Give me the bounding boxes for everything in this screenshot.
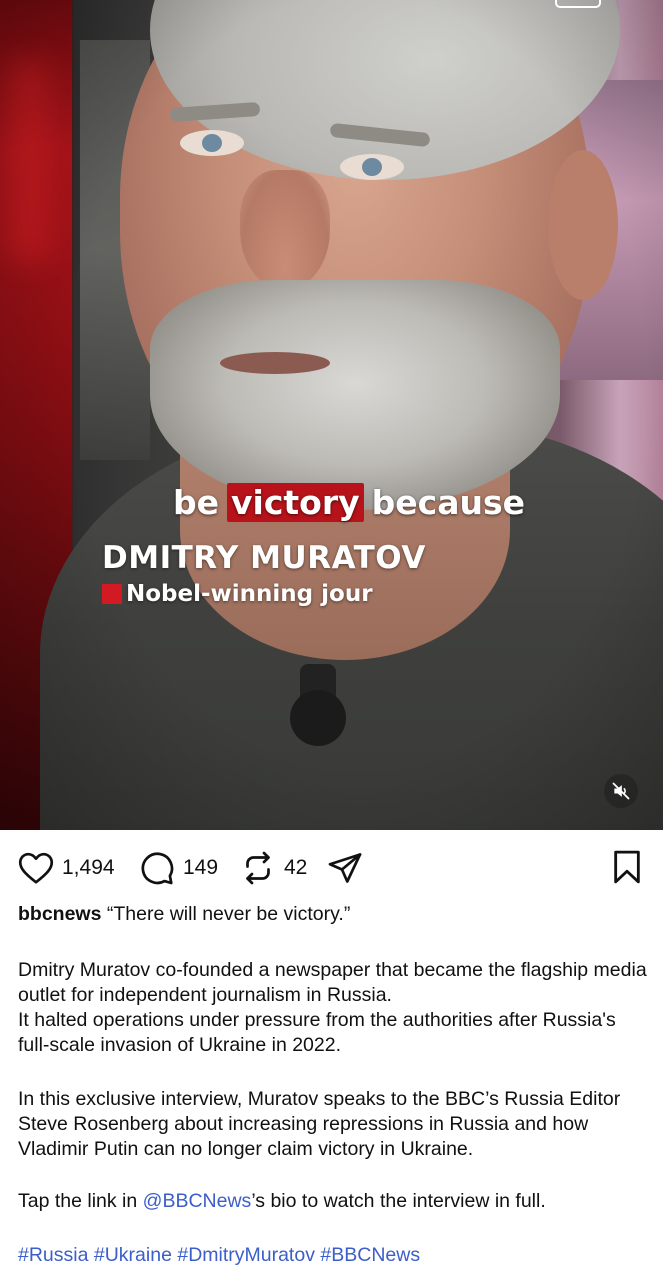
comment-icon <box>141 852 174 885</box>
hashtag-link[interactable]: #Ukraine <box>94 1244 172 1266</box>
heart-icon <box>18 852 54 884</box>
subtitle-word: because <box>371 482 525 522</box>
tap-prefix: Tap the link in <box>18 1190 143 1212</box>
video-vignette <box>0 0 663 830</box>
post-caption: bbcnews “There will never be victory.” <box>18 902 648 927</box>
caption-tap-link: Tap the link in @BBCNews’s bio to watch … <box>18 1189 650 1214</box>
subtitle-word: be <box>173 482 220 522</box>
repost-button[interactable]: 42 <box>240 846 307 890</box>
post-actions: 1,494 149 42 <box>0 846 663 890</box>
repost-count: 42 <box>284 856 308 879</box>
hashtag-link[interactable]: #DmitryMuratov <box>177 1244 315 1266</box>
lower-third-square <box>102 584 122 604</box>
mention-link[interactable]: @BBCNews <box>143 1190 252 1212</box>
repost-icon <box>246 851 270 885</box>
share-button[interactable] <box>326 846 364 890</box>
caption-paragraph-2: In this exclusive interview, Muratov spe… <box>18 1088 621 1160</box>
post-username[interactable]: bbcnews <box>18 903 101 925</box>
hashtag-row: #Russia #Ukraine #DmitryMuratov #BBCNews <box>18 1243 650 1268</box>
speaker-muted-icon[interactable] <box>604 774 638 808</box>
caption-paragraph-1b: It halted operations under pressure from… <box>18 1009 616 1056</box>
share-icon <box>328 853 362 883</box>
caption-paragraph-1: Dmitry Muratov co-founded a newspaper th… <box>18 958 650 1058</box>
subtitle-highlight-word: victory <box>227 482 364 522</box>
post-video[interactable]: be victory because DMITRY MURATOV Nobel-… <box>0 0 663 830</box>
lower-third-title-text: Nobel-winning jour <box>126 581 373 607</box>
bookmark-icon <box>614 850 640 884</box>
hashtag-link[interactable]: #Russia <box>18 1244 88 1266</box>
lower-third-title: Nobel-winning jour <box>102 580 373 608</box>
battery-icon <box>555 0 601 8</box>
caption-paragraph-1a: Dmitry Muratov co-founded a newspaper th… <box>18 959 647 1006</box>
video-subtitle: be victory because <box>173 480 525 524</box>
lower-third-name: DMITRY MURATOV <box>102 540 426 576</box>
hashtag-link[interactable]: #BBCNews <box>320 1244 420 1266</box>
post-headline: “There will never be victory.” <box>106 903 351 925</box>
like-count: 1,494 <box>62 856 115 879</box>
comment-button[interactable]: 149 <box>139 846 218 890</box>
bookmark-button[interactable] <box>612 850 642 889</box>
tap-suffix: ’s bio to watch the interview in full. <box>251 1190 546 1212</box>
like-button[interactable]: 1,494 <box>18 846 115 890</box>
comment-count: 149 <box>183 856 219 879</box>
